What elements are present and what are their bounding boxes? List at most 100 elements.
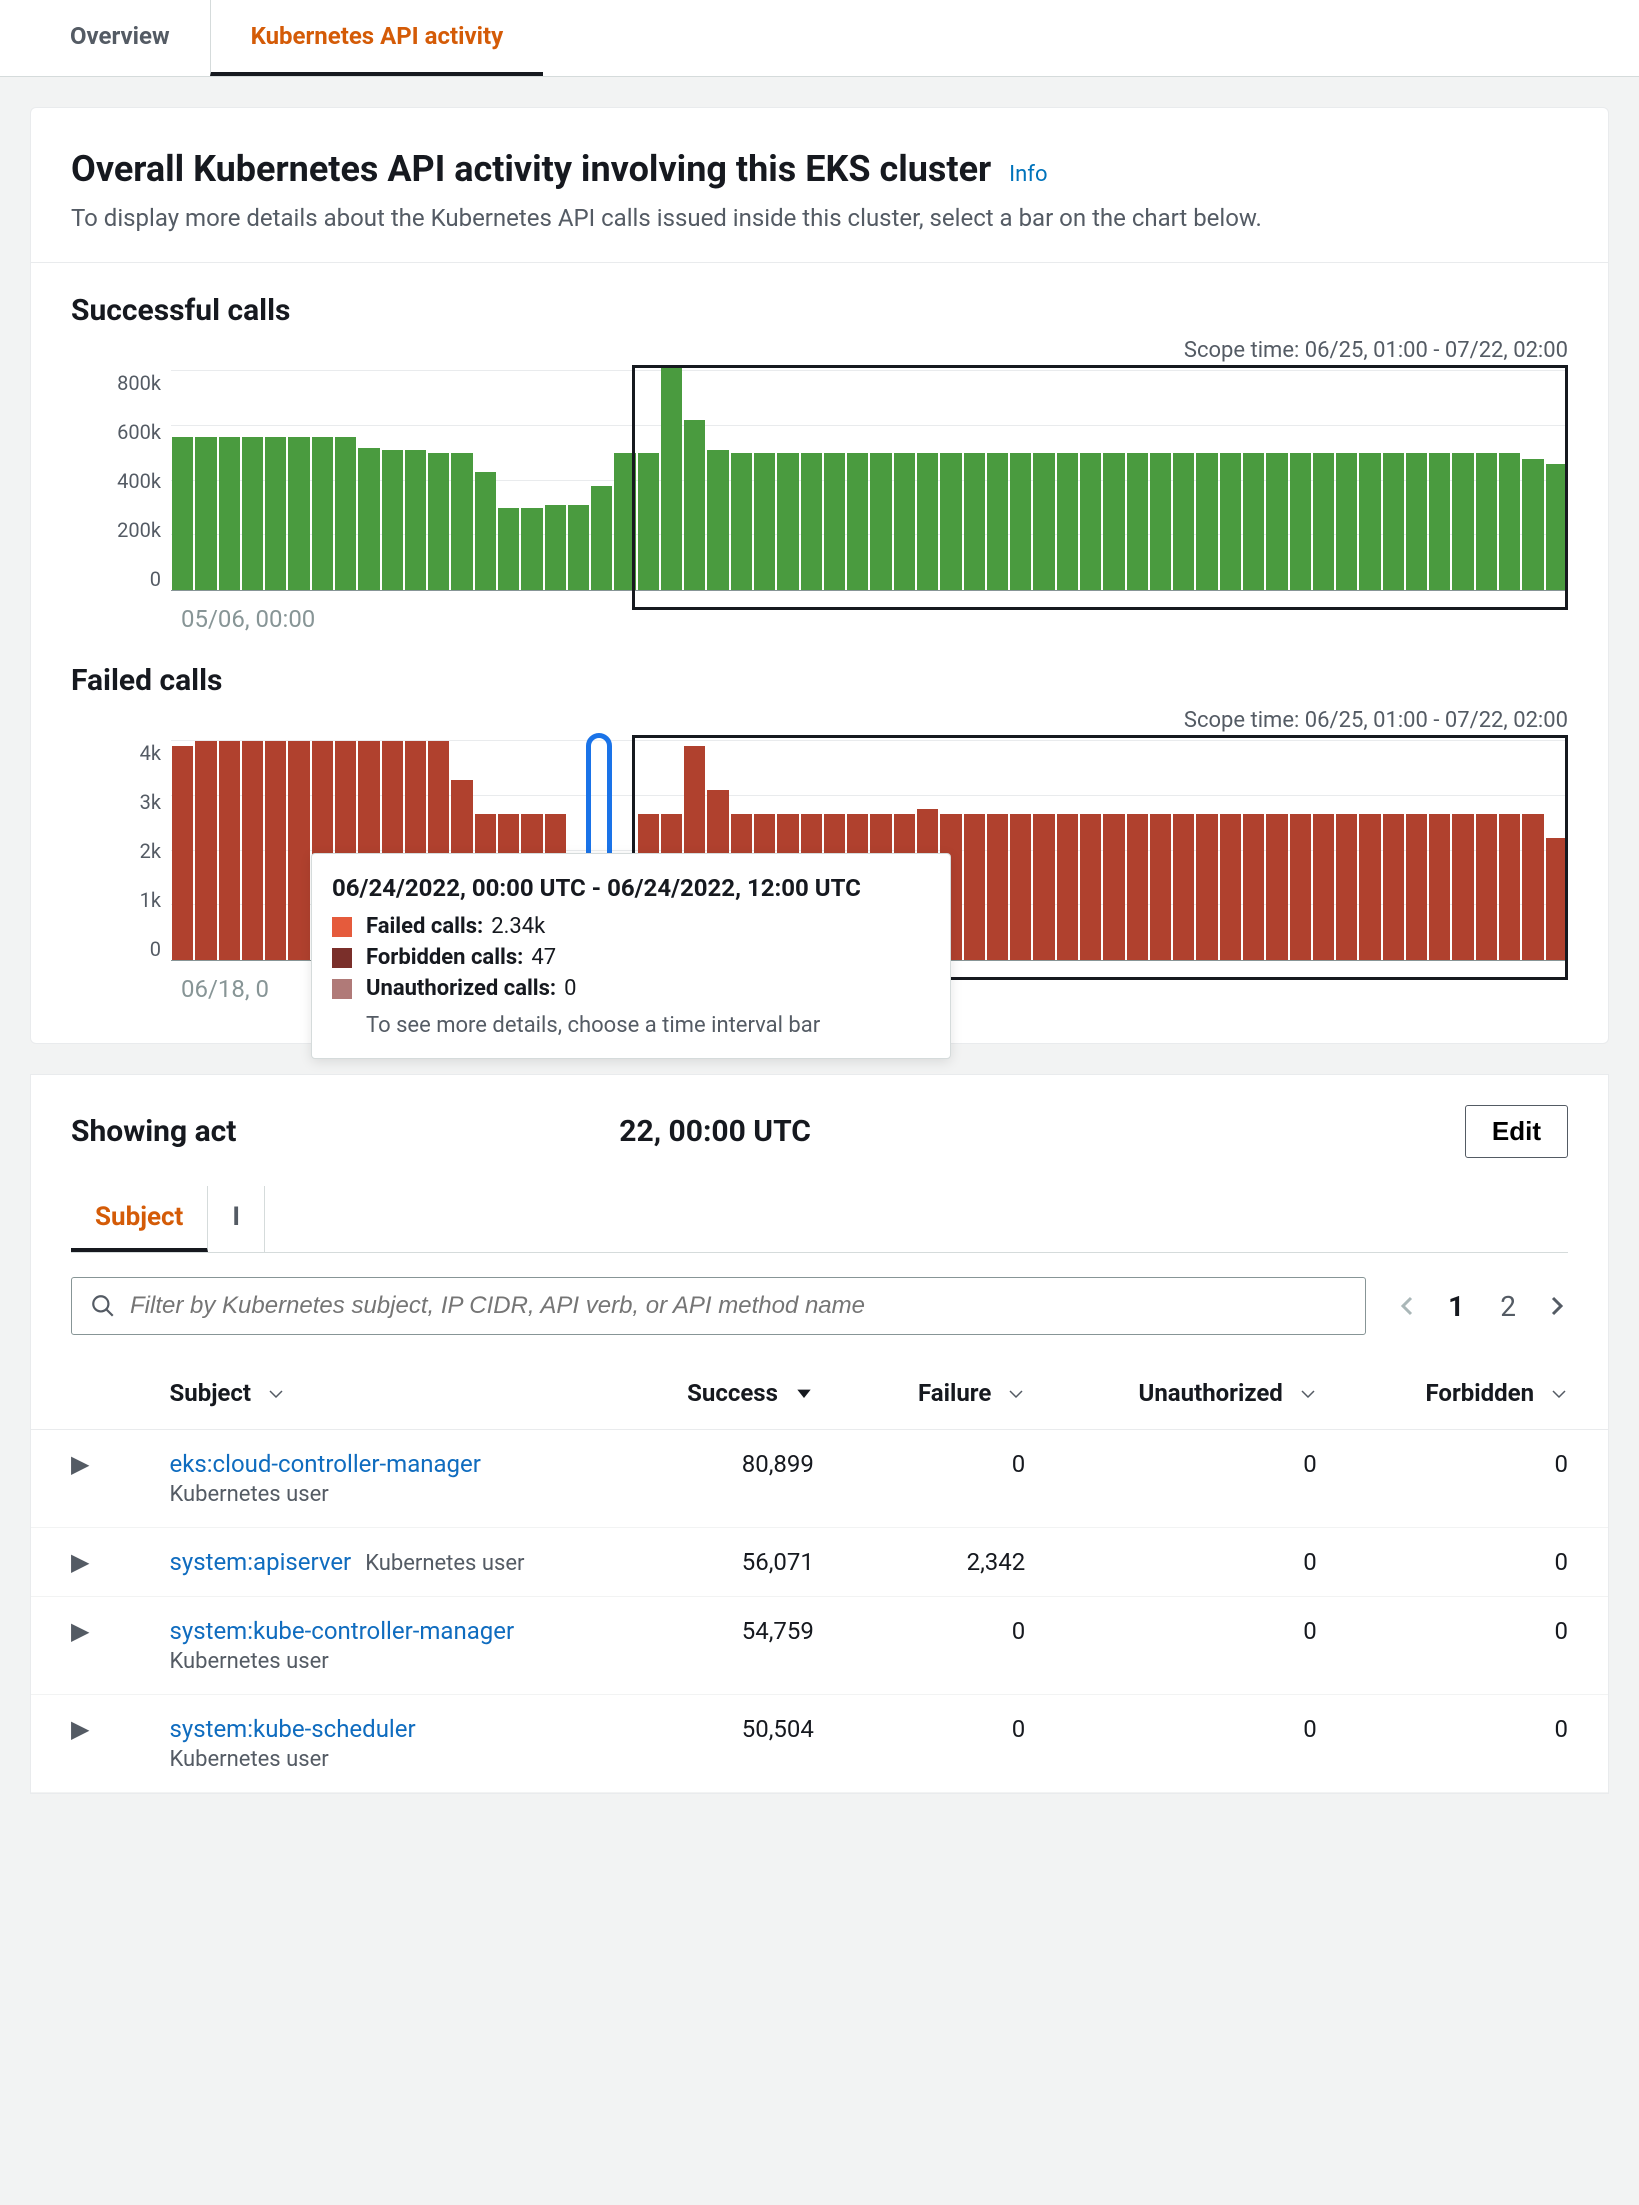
chart-bar[interactable]: [288, 741, 309, 960]
chart-bar[interactable]: [1359, 814, 1380, 960]
chart-bar[interactable]: [638, 453, 659, 590]
subject-link[interactable]: system:kube-scheduler: [169, 1715, 580, 1743]
expand-icon[interactable]: ▶: [71, 1450, 89, 1478]
subject-link[interactable]: system:apiserver: [169, 1548, 351, 1576]
th-forbidden[interactable]: Forbidden: [1357, 1359, 1608, 1429]
chart-bar[interactable]: [1290, 814, 1311, 960]
chart-bar[interactable]: [265, 741, 286, 960]
chart-bar[interactable]: [1127, 453, 1148, 590]
chart-bar[interactable]: [1429, 453, 1450, 590]
chart-bar[interactable]: [242, 741, 263, 960]
chart-bar[interactable]: [195, 437, 216, 590]
chart-bar[interactable]: [1266, 453, 1287, 590]
chevron-left-icon[interactable]: [1396, 1294, 1420, 1318]
tab-overview[interactable]: Overview: [30, 0, 210, 76]
chart-bar[interactable]: [1150, 453, 1171, 590]
chart-bar[interactable]: [288, 437, 309, 590]
chevron-right-icon[interactable]: [1544, 1294, 1568, 1318]
chart-bar[interactable]: [1080, 814, 1101, 960]
chart-bar[interactable]: [1499, 453, 1520, 590]
chart-bar[interactable]: [1150, 814, 1171, 960]
chart-bar[interactable]: [358, 448, 379, 590]
chart-bar[interactable]: [1452, 453, 1473, 590]
chart-bar[interactable]: [242, 437, 263, 590]
chart-bar[interactable]: [591, 486, 612, 590]
chart-bar[interactable]: [824, 453, 845, 590]
chart-bar[interactable]: [172, 437, 193, 590]
filter-input[interactable]: [130, 1292, 1347, 1320]
chart-bar[interactable]: [1452, 814, 1473, 960]
chart-bar[interactable]: [1476, 814, 1497, 960]
chart-bar[interactable]: [661, 366, 682, 590]
chart-bar[interactable]: [1220, 814, 1241, 960]
plot-success[interactable]: [171, 371, 1568, 591]
chart-bar[interactable]: [1243, 453, 1264, 590]
th-subject[interactable]: Subject: [129, 1359, 620, 1429]
chart-bar[interactable]: [1033, 814, 1054, 960]
chart-bar[interactable]: [1196, 453, 1217, 590]
chart-bar[interactable]: [1266, 814, 1287, 960]
subject-link[interactable]: system:kube-controller-manager: [169, 1617, 580, 1645]
chart-bar[interactable]: [1359, 453, 1380, 590]
expand-icon[interactable]: ▶: [71, 1548, 89, 1576]
chart-bar[interactable]: [1173, 814, 1194, 960]
chart-bar[interactable]: [219, 741, 240, 960]
chart-bar[interactable]: [405, 450, 426, 590]
chart-bar[interactable]: [614, 453, 635, 590]
expand-icon[interactable]: ▶: [71, 1715, 89, 1743]
chart-bar[interactable]: [382, 450, 403, 590]
chart-bar[interactable]: [1290, 453, 1311, 590]
info-link[interactable]: Info: [1009, 162, 1047, 187]
chart-bar[interactable]: [1546, 838, 1567, 960]
chart-bar[interactable]: [1336, 814, 1357, 960]
chart-bar[interactable]: [1313, 814, 1334, 960]
chart-bar[interactable]: [1546, 464, 1567, 590]
page-2[interactable]: 2: [1492, 1286, 1524, 1327]
chart-bar[interactable]: [265, 437, 286, 590]
chart-bar[interactable]: [1383, 453, 1404, 590]
th-success[interactable]: Success: [620, 1359, 853, 1429]
chart-bar[interactable]: [1057, 814, 1078, 960]
chart-bar[interactable]: [1522, 814, 1543, 960]
chart-bar[interactable]: [1080, 453, 1101, 590]
subtab-ip[interactable]: I: [208, 1186, 265, 1252]
chart-bar[interactable]: [1196, 814, 1217, 960]
expand-icon[interactable]: ▶: [71, 1617, 89, 1645]
chart-bar[interactable]: [1522, 459, 1543, 590]
chart-bar[interactable]: [940, 453, 961, 590]
chart-bar[interactable]: [195, 741, 216, 960]
th-unauthorized[interactable]: Unauthorized: [1065, 1359, 1357, 1429]
chart-bar[interactable]: [1336, 453, 1357, 590]
chart-bar[interactable]: [568, 505, 589, 590]
chart-bar[interactable]: [1173, 453, 1194, 590]
chart-bar[interactable]: [1499, 814, 1520, 960]
chart-bar[interactable]: [964, 453, 985, 590]
chart-bar[interactable]: [1103, 814, 1124, 960]
chart-bar[interactable]: [987, 814, 1008, 960]
chart-bar[interactable]: [451, 453, 472, 590]
subtab-subject[interactable]: Subject: [71, 1186, 208, 1252]
chart-bar[interactable]: [1103, 453, 1124, 590]
filter-input-wrap[interactable]: [71, 1277, 1366, 1335]
chart-bar[interactable]: [1313, 453, 1334, 590]
chart-bar[interactable]: [987, 453, 1008, 590]
edit-button[interactable]: Edit: [1465, 1105, 1568, 1158]
chart-bar[interactable]: [964, 814, 985, 960]
chart-bar[interactable]: [1010, 814, 1031, 960]
chart-bar[interactable]: [777, 453, 798, 590]
chart-bar[interactable]: [847, 453, 868, 590]
chart-bar[interactable]: [219, 437, 240, 590]
chart-bar[interactable]: [1243, 814, 1264, 960]
chart-bar[interactable]: [312, 437, 333, 590]
chart-bar[interactable]: [172, 746, 193, 960]
chart-bar[interactable]: [1010, 453, 1031, 590]
chart-bar[interactable]: [731, 453, 752, 590]
chart-bar[interactable]: [801, 453, 822, 590]
chart-bar[interactable]: [428, 453, 449, 590]
chart-bar[interactable]: [521, 508, 542, 590]
chart-bar[interactable]: [1220, 453, 1241, 590]
chart-bar[interactable]: [1429, 814, 1450, 960]
chart-bar[interactable]: [1406, 814, 1427, 960]
chart-bar[interactable]: [1406, 453, 1427, 590]
page-1[interactable]: 1: [1440, 1286, 1472, 1327]
